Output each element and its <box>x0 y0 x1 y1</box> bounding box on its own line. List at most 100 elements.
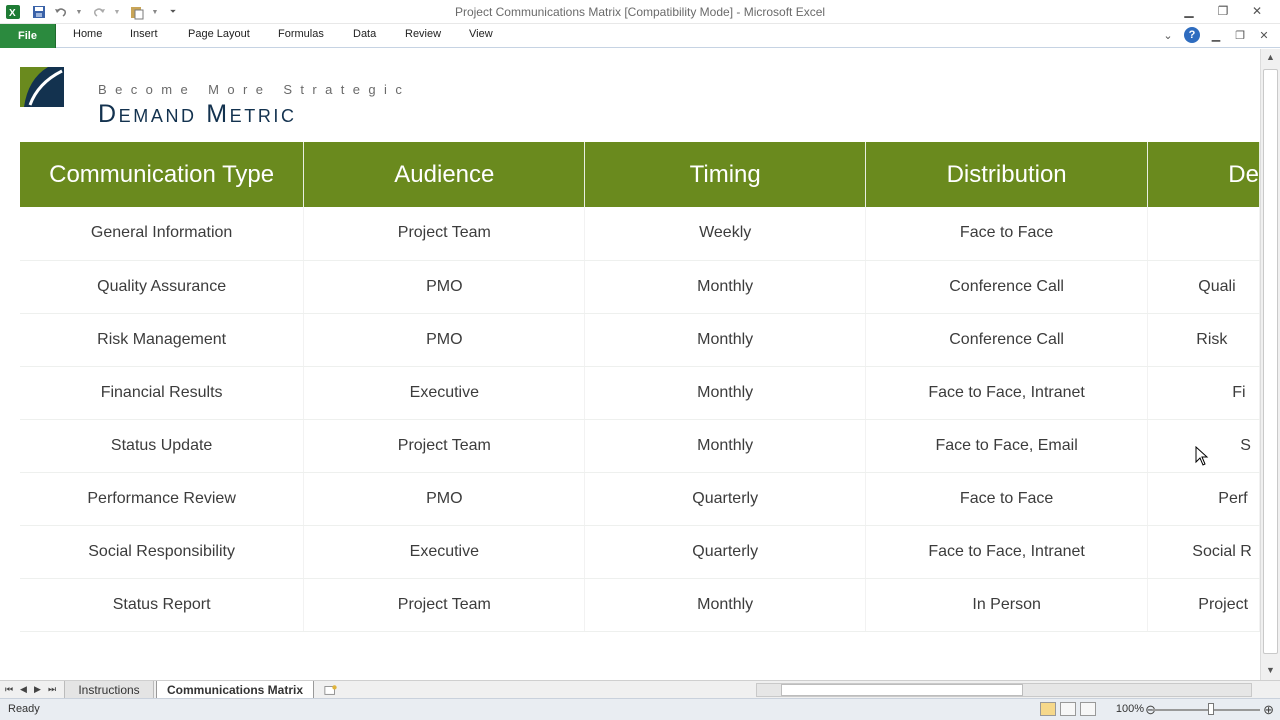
table-row: General Information Project Team Weekly … <box>20 207 1260 261</box>
table-cell[interactable]: Quality Assurance <box>20 260 305 314</box>
window-title: Project Communications Matrix [Compatibi… <box>454 5 826 19</box>
table-cell[interactable]: Status Update <box>20 419 305 473</box>
view-buttons <box>1040 702 1096 716</box>
demand-metric-logo: Become More Strategic Demand Metric <box>18 65 448 128</box>
horizontal-scrollbar[interactable] <box>756 683 1252 697</box>
minimize-ribbon-icon[interactable]: ⌄ <box>1160 27 1176 43</box>
sheet-tab-communications-matrix[interactable]: Communications Matrix <box>156 681 314 698</box>
insert-sheet-icon[interactable] <box>318 681 344 698</box>
table-cell[interactable]: Status Report <box>20 578 305 632</box>
logo-tagline: Become More Strategic <box>98 82 411 97</box>
minimize-icon[interactable]: ▁ <box>1174 2 1204 20</box>
worksheet[interactable]: Become More Strategic Demand Metric Comm… <box>0 49 1260 680</box>
scroll-down-icon[interactable]: ▼ <box>1266 665 1275 675</box>
table-cell[interactable]: Quarterly <box>584 472 866 526</box>
table-cell[interactable]: Risk <box>1147 313 1260 367</box>
page-break-view-icon[interactable] <box>1080 702 1096 716</box>
sheet-tab-instructions[interactable]: Instructions <box>64 681 154 698</box>
table-cell[interactable]: Monthly <box>584 313 866 367</box>
workbook-restore-icon[interactable]: ❐ <box>1232 27 1248 43</box>
tab-insert[interactable]: Insert <box>130 28 158 40</box>
table-cell[interactable]: Quali <box>1147 260 1260 314</box>
header-communication-type[interactable]: Communication Type <box>20 142 305 207</box>
next-sheet-icon[interactable]: ▶ <box>34 684 41 695</box>
table-cell[interactable]: PMO <box>303 260 586 314</box>
prev-sheet-icon[interactable]: ◀ <box>20 684 27 695</box>
zoom-slider[interactable] <box>1152 709 1260 711</box>
help-icon[interactable]: ? <box>1184 27 1200 43</box>
table-cell[interactable]: Risk Management <box>20 313 305 367</box>
header-audience[interactable]: Audience <box>303 142 586 207</box>
table-row: Financial Results Executive Monthly Face… <box>20 366 1260 420</box>
tab-view[interactable]: View <box>469 28 493 40</box>
table-cell[interactable]: PMO <box>303 313 586 367</box>
workbook-close-icon[interactable]: ✕ <box>1256 27 1272 43</box>
table-cell[interactable]: Social R <box>1147 525 1260 579</box>
logo-mark-icon <box>20 67 64 107</box>
normal-view-icon[interactable] <box>1040 702 1056 716</box>
table-cell[interactable]: Project Team <box>303 207 586 261</box>
table-cell[interactable]: In Person <box>865 578 1149 632</box>
vertical-scrollbar[interactable]: ▲ ▼ <box>1260 49 1280 680</box>
status-bar: Ready 100% ⊖ ⊕ <box>0 698 1280 720</box>
table-cell[interactable]: Executive <box>303 366 586 420</box>
table-row: Status Report Project Team Monthly In Pe… <box>20 578 1260 632</box>
header-timing[interactable]: Timing <box>584 142 866 207</box>
table-cell[interactable]: Fi <box>1147 366 1260 420</box>
table-cell[interactable]: Monthly <box>584 419 866 473</box>
excel-window: X ▼ ▼ ▼ ⏷ Project Communications Matrix … <box>0 0 1280 720</box>
header-partial[interactable]: De <box>1147 142 1260 207</box>
table-cell[interactable]: Weekly <box>584 207 866 261</box>
sheet-tabs-bar: ⏮ ◀ ▶ ⏭ Instructions Communications Matr… <box>0 680 1280 698</box>
table-cell[interactable]: Social Responsibility <box>20 525 305 579</box>
table-cell[interactable]: General Information <box>20 207 305 261</box>
table-cell[interactable]: Conference Call <box>865 260 1149 314</box>
table-cell[interactable] <box>1147 207 1260 261</box>
table-cell[interactable]: Face to Face, Email <box>865 419 1149 473</box>
page-layout-view-icon[interactable] <box>1060 702 1076 716</box>
tab-page-layout[interactable]: Page Layout <box>188 28 250 40</box>
vertical-scroll-thumb[interactable] <box>1263 69 1278 654</box>
table-cell[interactable]: Perf <box>1147 472 1260 526</box>
header-distribution[interactable]: Distribution <box>865 142 1149 207</box>
table-row: Status Update Project Team Monthly Face … <box>20 419 1260 473</box>
table-cell[interactable]: Face to Face <box>865 207 1149 261</box>
communications-matrix-table: Communication Type Audience Timing Distr… <box>20 142 1260 632</box>
table-cell[interactable]: Executive <box>303 525 586 579</box>
table-cell[interactable]: Quarterly <box>584 525 866 579</box>
tab-file[interactable]: File <box>0 24 56 48</box>
scroll-up-icon[interactable]: ▲ <box>1266 52 1275 62</box>
table-cell[interactable]: Face to Face <box>865 472 1149 526</box>
status-ready: Ready <box>8 703 40 715</box>
table-cell[interactable]: Project Team <box>303 578 586 632</box>
last-sheet-icon[interactable]: ⏭ <box>48 684 56 695</box>
table-cell[interactable]: Financial Results <box>20 366 305 420</box>
logo-brand: Demand Metric <box>98 100 297 128</box>
tab-review[interactable]: Review <box>405 28 441 40</box>
table-cell[interactable]: Performance Review <box>20 472 305 526</box>
table-cell[interactable]: Project Team <box>303 419 586 473</box>
table-row: Social Responsibility Executive Quarterl… <box>20 525 1260 579</box>
table-cell[interactable]: Monthly <box>584 260 866 314</box>
table-cell[interactable]: Project <box>1147 578 1260 632</box>
first-sheet-icon[interactable]: ⏮ <box>5 684 13 695</box>
workbook-minimize-icon[interactable]: ▁ <box>1208 27 1224 43</box>
tab-formulas[interactable]: Formulas <box>278 28 324 40</box>
tab-data[interactable]: Data <box>353 28 376 40</box>
window-controls: ▁ ❐ ✕ <box>1174 2 1272 20</box>
close-icon[interactable]: ✕ <box>1242 2 1272 20</box>
zoom-slider-thumb[interactable] <box>1208 703 1214 715</box>
zoom-level[interactable]: 100% <box>1116 703 1144 715</box>
table-cell[interactable]: Conference Call <box>865 313 1149 367</box>
restore-icon[interactable]: ❐ <box>1208 2 1238 20</box>
table-row: Quality Assurance PMO Monthly Conference… <box>20 260 1260 314</box>
table-cell[interactable]: Monthly <box>584 578 866 632</box>
table-cell[interactable]: Monthly <box>584 366 866 420</box>
table-cell[interactable]: PMO <box>303 472 586 526</box>
table-cell[interactable]: Face to Face, Intranet <box>865 366 1149 420</box>
table-cell[interactable]: Face to Face, Intranet <box>865 525 1149 579</box>
title-bar: X ▼ ▼ ▼ ⏷ Project Communications Matrix … <box>0 0 1280 24</box>
zoom-in-icon[interactable]: ⊕ <box>1263 702 1274 718</box>
tab-home[interactable]: Home <box>73 28 102 40</box>
horizontal-scroll-thumb[interactable] <box>781 684 1023 696</box>
